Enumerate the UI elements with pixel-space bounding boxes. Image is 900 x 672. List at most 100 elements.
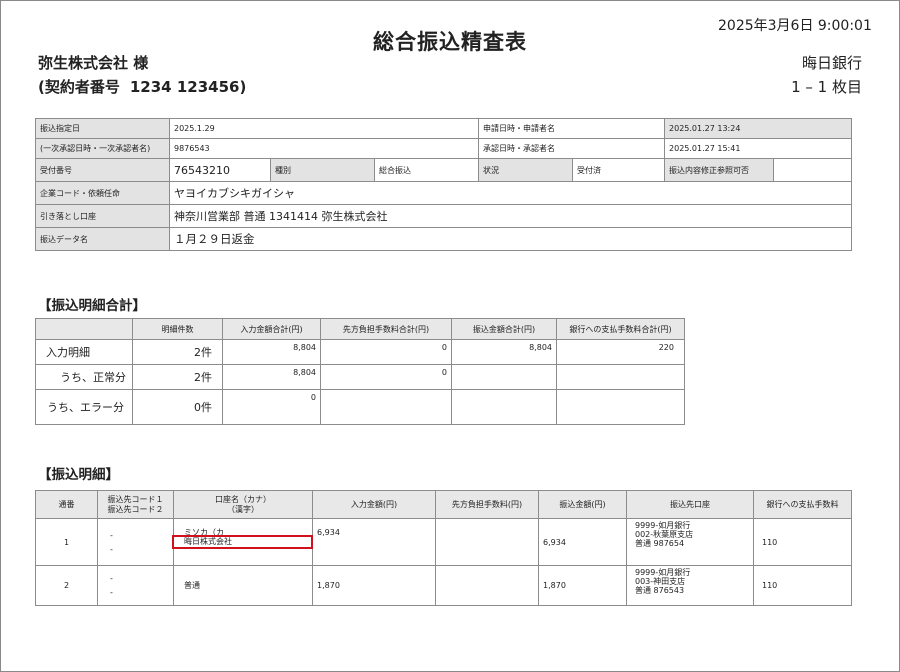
summary-fee: 0	[320, 364, 452, 390]
detail-row: 2 -- 普通 1,870 1,870 9999-如月銀行 003-神田支店 普通 …	[35, 565, 852, 606]
info-label: (一次承認日時・一次承認者名)	[35, 138, 170, 159]
info-label: 振込データ名	[35, 227, 170, 251]
summary-fee	[320, 389, 452, 425]
summary-count: 0件	[132, 389, 223, 425]
code2-value: -	[110, 588, 113, 597]
info-label: 振込内容修正参照可否	[664, 158, 775, 182]
detail-codes: --	[97, 518, 174, 566]
summary-bank-fee	[556, 389, 685, 425]
info-value: 神奈川営業部 普通 1341414 弥生株式会社	[168, 204, 853, 228]
detail-bank-fee: 110	[753, 518, 852, 566]
summary-header: 入力金額合計(円)	[222, 318, 321, 340]
page-count: 1 – 1 枚目	[791, 78, 862, 96]
summary-transfer: 8,804	[451, 339, 557, 365]
info-row: 振込データ名 １月２９日返金	[35, 227, 853, 251]
detail-seq: 2	[35, 565, 98, 606]
detail-header: 先方負担手数料(円)	[435, 490, 539, 519]
info-value: 9876543	[168, 138, 480, 159]
dest-branch: 002-秋葉原支店	[635, 530, 694, 539]
detail-header-line: 口座名（カナ）	[215, 494, 271, 504]
info-label: 承認日時・承認者名	[478, 138, 666, 159]
summary-row-label: うち、エラー分	[35, 389, 133, 425]
summary-header-row: 明細件数 入力金額合計(円) 先方負担手数料合計(円) 振込金額合計(円) 銀行…	[35, 318, 685, 340]
detail-amount: 6,934	[538, 518, 627, 566]
detail-section-title: 【振込明細】	[38, 467, 119, 483]
detail-header: 振込先コード１ 振込先コード２	[97, 490, 174, 519]
transfer-info-table: 振込指定日 2025.1.29 申請日時・申請者名 2025.01.27 13:…	[35, 118, 853, 251]
detail-seq: 1	[35, 518, 98, 566]
dest-bank: 9999-如月銀行	[635, 568, 691, 577]
summary-input: 8,804	[222, 339, 321, 365]
summary-row-label: 入力明細	[35, 339, 133, 365]
kana-name: 普通	[184, 581, 200, 590]
info-label: 状況	[478, 158, 574, 182]
summary-header: 明細件数	[132, 318, 223, 340]
info-row: 振込指定日 2025.1.29 申請日時・申請者名 2025.01.27 13:…	[35, 118, 853, 139]
summary-header: 振込金額合計(円)	[451, 318, 557, 340]
info-label: 申請日時・申請者名	[478, 118, 666, 139]
summary-bank-fee	[556, 364, 685, 390]
summary-input: 8,804	[222, 364, 321, 390]
summary-row-label: うち、正常分	[35, 364, 133, 390]
detail-table: 通番 振込先コード１ 振込先コード２ 口座名（カナ） （漢字） 入力金額(円) 先方…	[35, 490, 852, 606]
info-row: 企業コード・依頼任命 ヤヨイカブシキガイシャ	[35, 181, 853, 205]
summary-row: うち、エラー分 0件 0	[35, 389, 685, 425]
summary-row: 入力明細 2件 8,804 0 8,804 220	[35, 339, 685, 365]
summary-fee: 0	[320, 339, 452, 365]
code1-value: -	[110, 574, 113, 583]
info-label: 種別	[270, 158, 375, 182]
detail-header: 口座名（カナ） （漢字）	[173, 490, 313, 519]
summary-header	[35, 318, 133, 340]
detail-row: 1 -- ミソカ（カ 晦日株式会社 6,934 6,934 9999-如月銀行 00…	[35, 518, 852, 566]
detail-destination: 9999-如月銀行 003-神田支店 普通 876543	[626, 565, 754, 606]
code1-value: -	[110, 530, 113, 540]
detail-header-line: 振込先コード２	[107, 504, 164, 514]
dest-branch: 003-神田支店	[635, 577, 686, 586]
detail-account-name: 普通	[173, 565, 313, 606]
detail-destination: 9999-如月銀行 002-秋葉原支店 普通 987654	[626, 518, 754, 566]
info-value	[773, 158, 853, 182]
dest-account: 普通 876543	[635, 586, 685, 595]
detail-header-row: 通番 振込先コード１ 振込先コード２ 口座名（カナ） （漢字） 入力金額(円) 先方…	[35, 490, 852, 519]
info-row: 受付番号 76543210 種別 総合振込 状況 受付済 振込内容修正参照可否	[35, 158, 853, 182]
summary-transfer	[451, 364, 557, 390]
summary-row: うち、正常分 2件 8,804 0	[35, 364, 685, 390]
detail-header: 振込先口座	[626, 490, 754, 519]
contract-number: (契約者番号 1234 123456)	[38, 76, 246, 97]
status-value: 受付済	[572, 158, 666, 182]
detail-codes: --	[97, 565, 174, 606]
company-name: 弥生株式会社 様	[38, 54, 149, 72]
detail-fee	[435, 565, 539, 606]
info-value: 2025.01.27 13:24	[664, 118, 853, 139]
detail-header-line: （漢字）	[227, 504, 259, 514]
receipt-number: 76543210	[169, 158, 271, 182]
detail-fee	[435, 518, 539, 566]
info-value: 2025.01.27 15:41	[664, 138, 853, 159]
info-row: 引き落とし口座 神奈川営業部 普通 1341414 弥生株式会社	[35, 204, 853, 228]
summary-header: 先方負担手数料合計(円)	[320, 318, 452, 340]
summary-section-title: 【振込明細合計】	[38, 298, 146, 314]
info-value: １月２９日返金	[168, 227, 853, 251]
summary-header: 銀行への支払手数料合計(円)	[556, 318, 685, 340]
bank-name: 晦日銀行	[801, 54, 862, 72]
contract-value: 1234 123456)	[129, 78, 247, 96]
detail-header: 銀行への支払手数料	[753, 490, 852, 519]
info-label: 振込指定日	[35, 118, 170, 139]
info-row: (一次承認日時・一次承認者名) 9876543 承認日時・承認者名 2025.0…	[35, 138, 853, 159]
detail-bank-fee: 110	[753, 565, 852, 606]
info-label: 引き落とし口座	[35, 204, 170, 228]
dest-account: 普通 987654	[635, 539, 685, 548]
info-value: 2025.1.29	[168, 118, 480, 139]
summary-count: 2件	[132, 364, 223, 390]
highlight-box	[172, 535, 313, 549]
detail-header: 入力金額(円)	[312, 490, 436, 519]
summary-transfer	[451, 389, 557, 425]
summary-table: 明細件数 入力金額合計(円) 先方負担手数料合計(円) 振込金額合計(円) 銀行…	[35, 318, 685, 425]
detail-header: 振込金額(円)	[538, 490, 627, 519]
code2-value: -	[110, 544, 113, 554]
detail-amount: 1,870	[538, 565, 627, 606]
detail-header: 通番	[35, 490, 98, 519]
info-label: 企業コード・依頼任命	[35, 181, 170, 205]
summary-input: 0	[222, 389, 321, 425]
detail-header-line: 振込先コード１	[107, 494, 164, 504]
